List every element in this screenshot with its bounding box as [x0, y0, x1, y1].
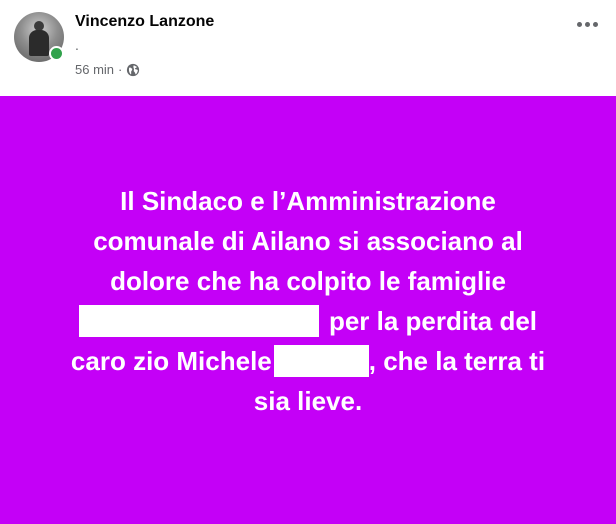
post-text-line-6: sia lieve. — [253, 385, 363, 416]
more-options-icon[interactable] — [577, 22, 598, 27]
post-text-line-4: per la perdita del — [28, 301, 588, 341]
post-timestamp[interactable]: 56 min — [75, 62, 114, 77]
post-meta: 56 min · — [75, 62, 140, 77]
post-text-line-5: caro zio Michele , che la terra ti — [28, 341, 588, 381]
online-status-dot — [49, 46, 64, 61]
post-header: Vincenzo Lanzone . 56 min · — [0, 0, 616, 96]
more-dot — [577, 22, 582, 27]
author-name[interactable]: Vincenzo Lanzone — [75, 13, 214, 31]
globe-icon[interactable] — [126, 63, 140, 77]
redaction-box — [78, 304, 319, 337]
meta-separator: · — [118, 62, 123, 77]
avatar-figure — [29, 30, 49, 56]
redaction-box — [273, 344, 369, 377]
post-text-line-5-start: caro zio Michele — [70, 345, 272, 376]
post-text-line-3: dolore che ha colpito le famiglie — [110, 265, 506, 296]
post-text-background: Il Sindaco e l’Amministrazione comunale … — [0, 96, 616, 524]
post-text-line-1: Il Sindaco e l’Amministrazione — [120, 185, 496, 216]
more-dot — [593, 22, 598, 27]
post-text-line-2: comunale di Ailano si associano al — [93, 225, 523, 256]
more-dot — [585, 22, 590, 27]
post-text-line-5-end: , che la terra ti — [368, 345, 546, 376]
post-text: Il Sindaco e l’Amministrazione comunale … — [28, 181, 588, 421]
author-subtitle: . — [75, 37, 79, 53]
post-text-line-4-text: per la perdita del — [328, 305, 538, 336]
